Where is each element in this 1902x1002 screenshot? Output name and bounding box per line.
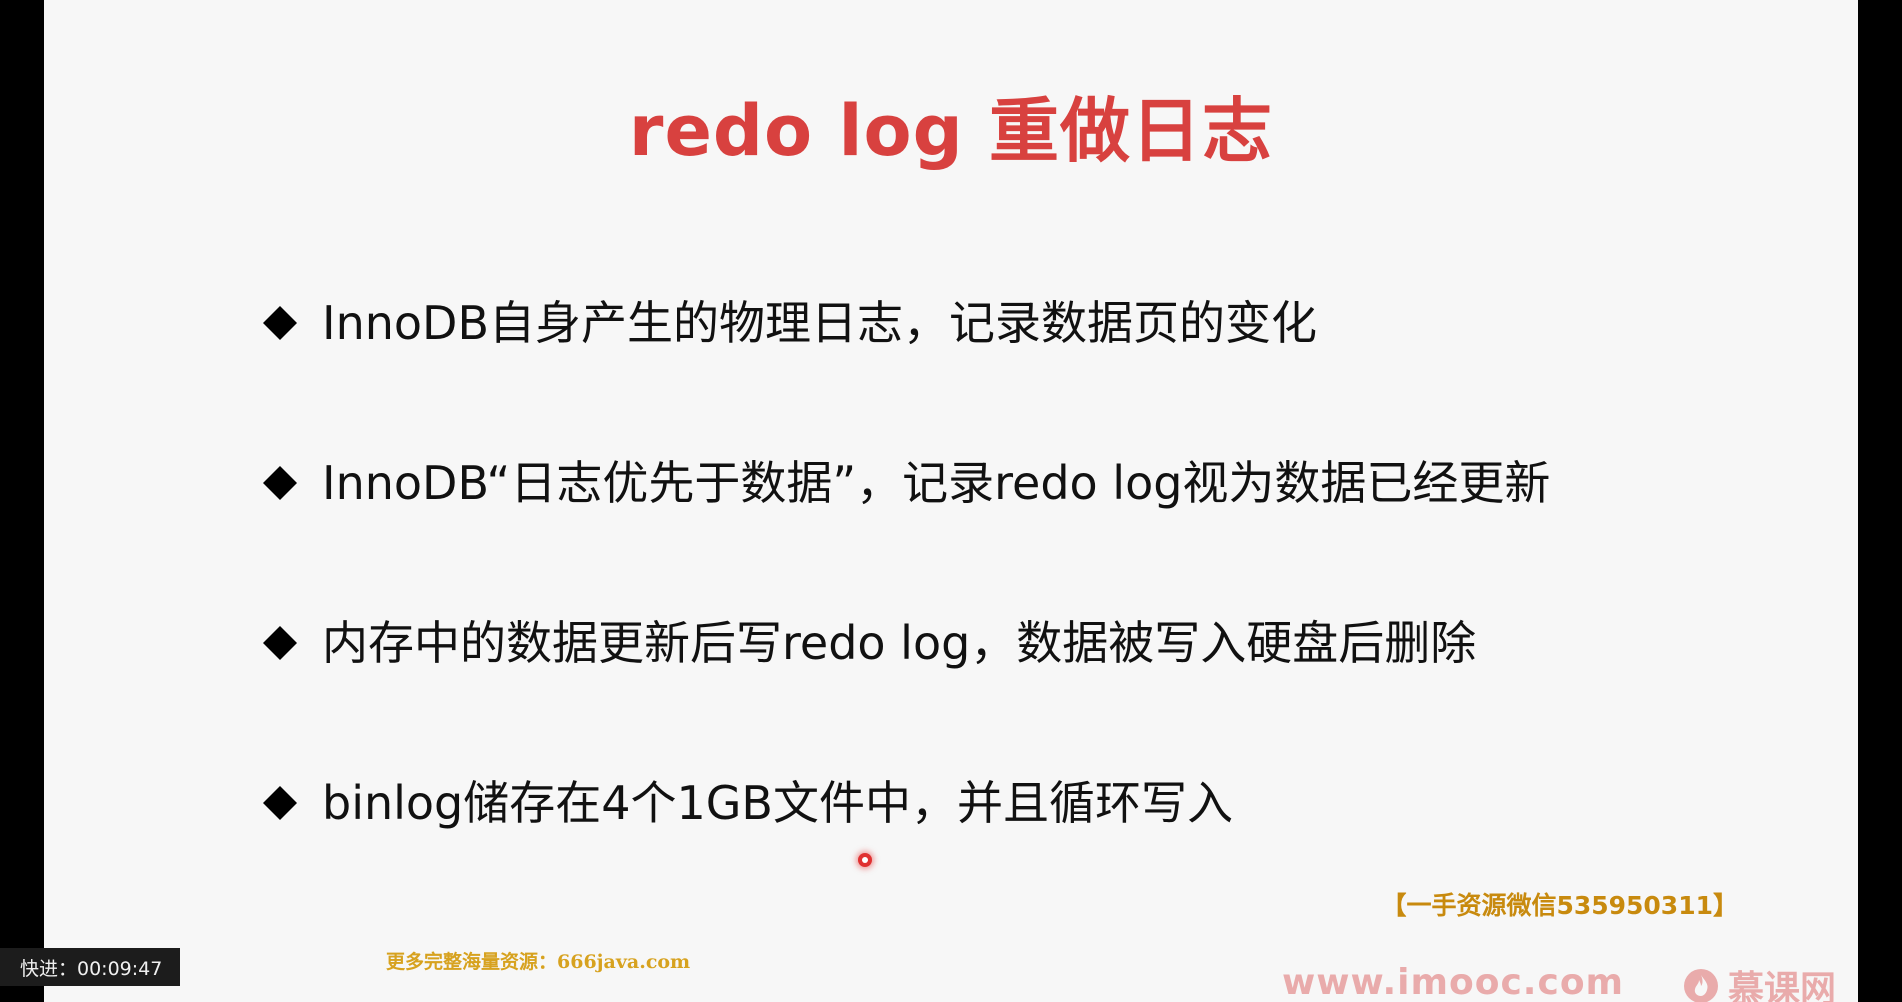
bullet-text: InnoDB自身产生的物理日志，记录数据页的变化 (322, 296, 1317, 350)
bullet-text: InnoDB“日志优先于数据”，记录redo log视为数据已经更新 (322, 456, 1551, 510)
playback-status-badge: 快进：00:09:47 (0, 948, 180, 986)
diamond-icon (258, 781, 302, 825)
slide-title: redo log 重做日志 (628, 90, 1274, 172)
video-frame[interactable]: redo log 重做日志 InnoDB自身产生的物理日志，记录数据页的变化 I… (0, 0, 1902, 1002)
imooc-logo: 慕课网 (1682, 960, 1836, 1002)
bullet-list: InnoDB自身产生的物理日志，记录数据页的变化 InnoDB“日志优先于数据”… (258, 295, 1550, 935)
list-item: InnoDB自身产生的物理日志，记录数据页的变化 (258, 295, 1550, 351)
bullet-text: binlog储存在4个1GB文件中，并且循环写入 (322, 776, 1233, 830)
diamond-icon (258, 301, 302, 345)
bullet-text: 内存中的数据更新后写redo log，数据被写入硬盘后删除 (322, 616, 1477, 670)
pointer-cursor (858, 853, 872, 867)
diamond-icon (258, 461, 302, 505)
site-watermark: 更多完整海量资源：666java.com (386, 951, 691, 973)
imooc-url-watermark: www.imooc.com (1282, 962, 1625, 1002)
diamond-icon (258, 621, 302, 665)
wechat-watermark: 【一手资源微信535950311】 (1381, 891, 1738, 920)
list-item: InnoDB“日志优先于数据”，记录redo log视为数据已经更新 (258, 455, 1550, 511)
imooc-logo-text: 慕课网 (1728, 969, 1837, 1002)
list-item: binlog储存在4个1GB文件中，并且循环写入 (258, 775, 1550, 831)
flame-icon (1682, 967, 1720, 1002)
list-item: 内存中的数据更新后写redo log，数据被写入硬盘后删除 (258, 615, 1550, 671)
slide: redo log 重做日志 InnoDB自身产生的物理日志，记录数据页的变化 I… (44, 0, 1858, 1002)
